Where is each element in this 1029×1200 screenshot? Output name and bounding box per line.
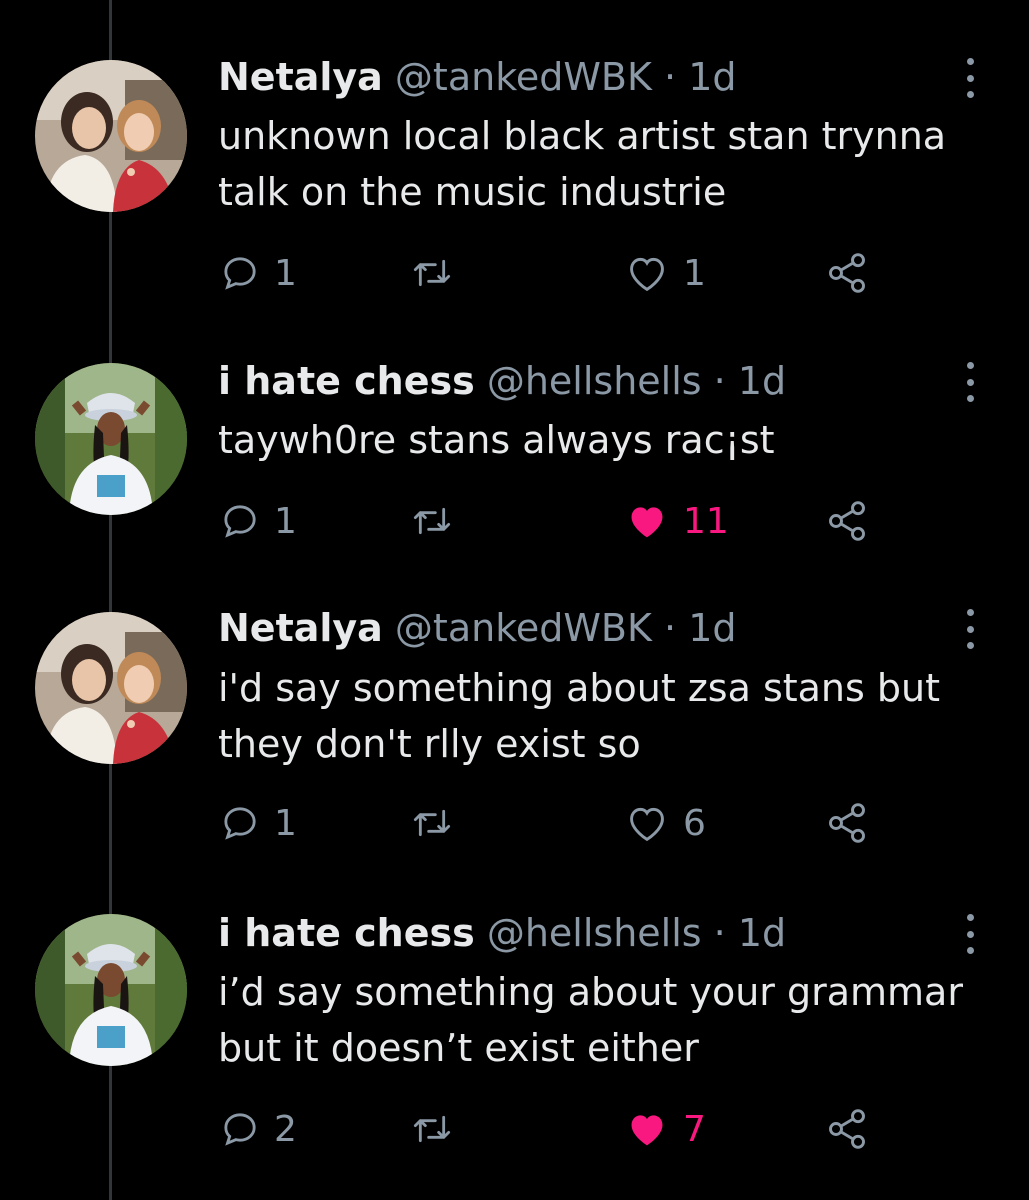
share-icon (829, 1109, 865, 1149)
like-count: 7 (683, 1108, 706, 1150)
separator: · (713, 911, 726, 955)
reply-count: 1 (274, 802, 297, 844)
tweet-header: i hate chess @hellshells · 1d (218, 910, 786, 956)
username[interactable]: @tankedWBK (395, 606, 652, 650)
reply-icon (224, 807, 256, 840)
tweet-header: i hate chess @hellshells · 1d (218, 358, 786, 404)
share-icon (829, 501, 865, 541)
reply-icon (224, 1113, 256, 1146)
tweet-text: taywh0re stans always rac¡st (218, 418, 775, 462)
like-count: 11 (683, 500, 729, 542)
reply-button[interactable]: 2 (220, 1104, 297, 1154)
action-bar: 1 11 (220, 496, 880, 546)
reply-button[interactable]: 1 (220, 496, 297, 546)
retweet-button[interactable] (410, 798, 454, 848)
reply-count: 1 (274, 500, 297, 542)
separator: · (713, 359, 726, 403)
retweet-icon (413, 1115, 451, 1143)
avatar[interactable] (35, 914, 187, 1066)
photo-person-bucket-hat-icon (35, 363, 187, 515)
tweet-text: i'd say something about zsa stans but th… (218, 666, 940, 766)
timestamp[interactable]: 1d (738, 359, 786, 403)
like-button[interactable]: 11 (625, 496, 729, 546)
share-button[interactable] (825, 798, 869, 848)
more-options-icon[interactable] (958, 609, 982, 649)
action-bar: 2 7 (220, 1104, 880, 1154)
like-button[interactable]: 6 (625, 798, 706, 848)
display-name[interactable]: i hate chess (218, 359, 475, 403)
heart-filled-icon (631, 507, 663, 538)
reply-button[interactable]: 1 (220, 798, 297, 848)
photo-person-bucket-hat-icon (35, 914, 187, 1066)
retweet-button[interactable] (410, 1104, 454, 1154)
timestamp[interactable]: 1d (738, 911, 786, 955)
reply-count: 2 (274, 1108, 297, 1150)
share-button[interactable] (825, 1104, 869, 1154)
display-name[interactable]: i hate chess (218, 911, 475, 955)
username[interactable]: @hellshells (487, 911, 702, 955)
photo-two-women-icon (35, 612, 187, 764)
share-icon (829, 803, 865, 843)
more-options-icon[interactable] (958, 914, 982, 954)
avatar[interactable] (35, 363, 187, 515)
heart-filled-icon (631, 1115, 663, 1146)
reply-icon (224, 505, 256, 538)
tweet-text: i’d say something about your grammar but… (218, 970, 963, 1070)
like-button[interactable]: 7 (625, 1104, 706, 1154)
like-count: 6 (683, 802, 706, 844)
username[interactable]: @hellshells (487, 359, 702, 403)
more-options-icon[interactable] (958, 362, 982, 402)
retweet-icon (413, 809, 451, 837)
retweet-icon (413, 507, 451, 535)
retweet-button[interactable] (410, 496, 454, 546)
action-bar: 1 6 (220, 798, 880, 848)
separator: · (664, 606, 677, 650)
heart-outline-icon (630, 807, 664, 842)
display-name[interactable]: Netalya (218, 606, 383, 650)
tweet-header: Netalya @tankedWBK · 1d (218, 605, 737, 651)
tweet[interactable]: i hate chess @hellshells · 1d i’d say so… (0, 0, 1029, 1150)
share-button[interactable] (825, 496, 869, 546)
timestamp[interactable]: 1d (688, 606, 736, 650)
avatar[interactable] (35, 612, 187, 764)
